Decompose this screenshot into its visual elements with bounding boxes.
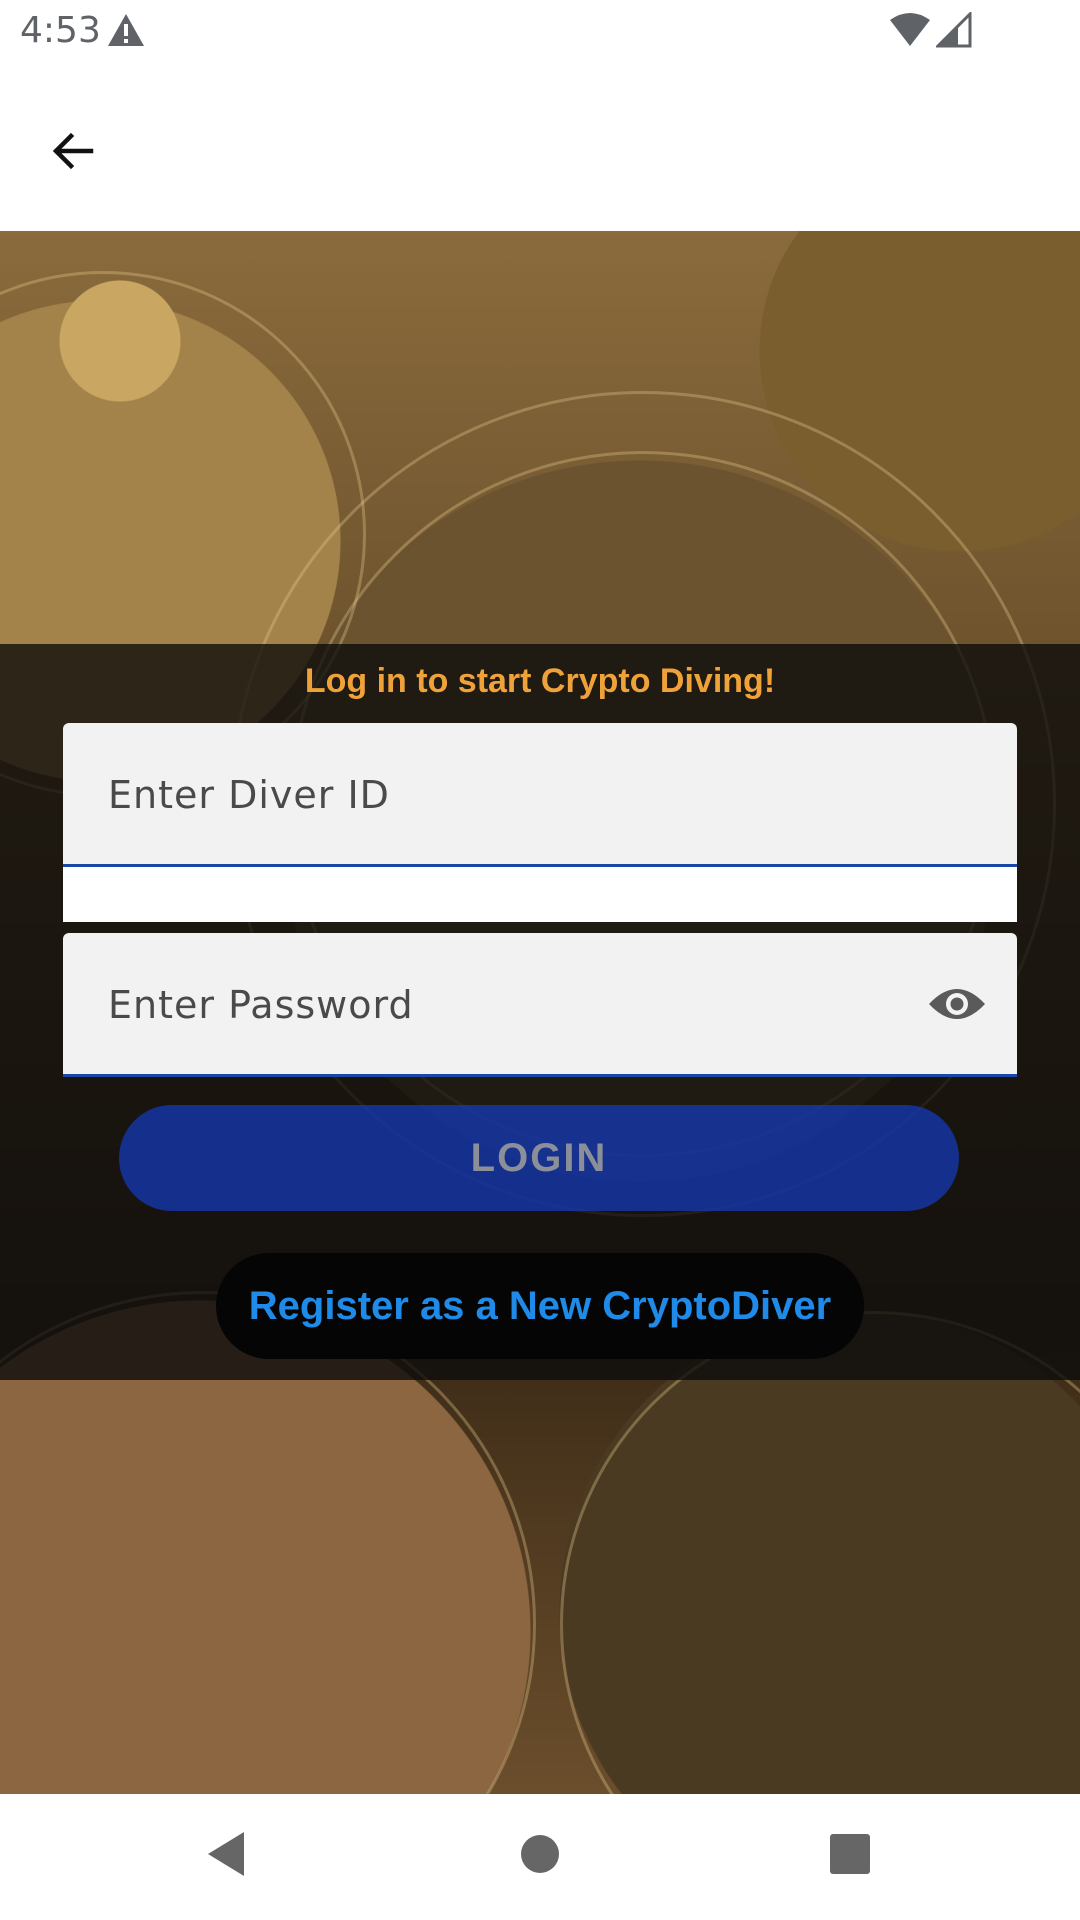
diver-id-input[interactable] <box>106 723 910 866</box>
diver-id-field[interactable] <box>63 723 1017 867</box>
login-headline: Log in to start Crypto Diving! <box>304 662 776 700</box>
nav-back-button[interactable] <box>196 1824 256 1884</box>
password-input[interactable] <box>106 933 910 1076</box>
cell-signal-icon <box>936 12 972 48</box>
nav-recents-button[interactable] <box>820 1824 880 1884</box>
wifi-icon <box>890 13 930 46</box>
arrow-left-icon <box>52 132 94 170</box>
recents-square-icon <box>830 1834 870 1874</box>
register-button[interactable]: Register as a New CryptoDiver <box>216 1253 864 1359</box>
system-nav-bar <box>0 1794 1080 1920</box>
eye-icon[interactable] <box>927 979 987 1029</box>
warning-icon <box>108 14 144 46</box>
nav-home-button[interactable] <box>510 1824 570 1884</box>
app-bar <box>0 64 1080 231</box>
status-bar: 4:53 <box>0 0 1080 64</box>
login-screen: 4:53 Log in to start Crypto Diving! Ente… <box>0 0 1080 1920</box>
login-button[interactable]: LOGIN <box>119 1105 959 1211</box>
diver-id-helper <box>63 867 1017 922</box>
coin-ring <box>560 1311 1080 1794</box>
password-field[interactable] <box>63 933 1017 1077</box>
home-circle-icon <box>521 1835 559 1873</box>
status-time: 4:53 <box>20 10 101 51</box>
back-triangle-icon <box>208 1832 244 1876</box>
back-button[interactable] <box>38 116 108 186</box>
